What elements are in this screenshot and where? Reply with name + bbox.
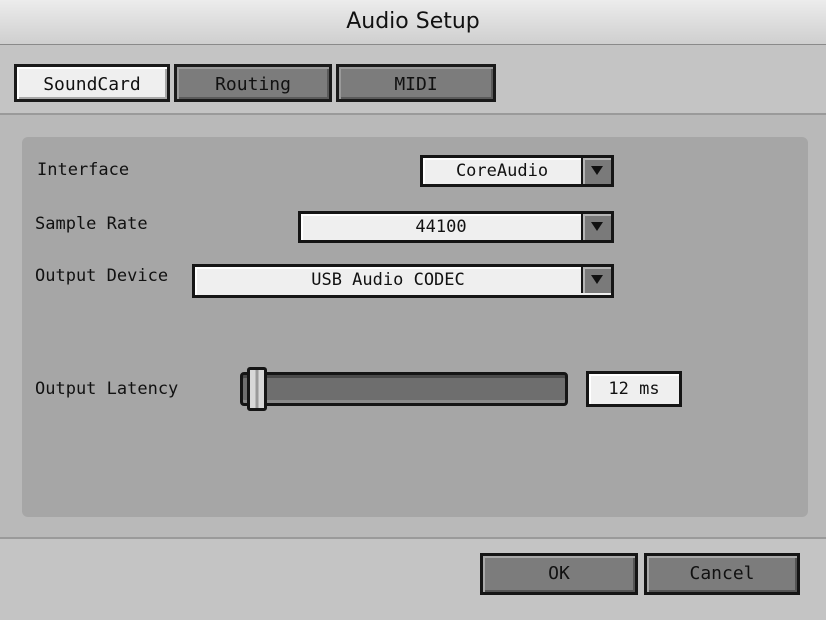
cancel-button[interactable]: Cancel	[644, 553, 800, 595]
interface-label: Interface	[37, 160, 130, 180]
ok-button[interactable]: OK	[480, 553, 638, 595]
output-device-select[interactable]: USB Audio CODEC	[192, 264, 614, 298]
chevron-down-icon[interactable]	[581, 214, 611, 240]
interface-select[interactable]: CoreAudio	[420, 155, 614, 187]
output-device-label: Output Device	[35, 266, 169, 286]
window-title: Audio Setup	[0, 0, 826, 45]
tab-bar: SoundCard Routing MIDI	[0, 45, 826, 115]
soundcard-panel	[22, 137, 808, 517]
chevron-down-icon[interactable]	[581, 267, 611, 293]
output-device-select-value: USB Audio CODEC	[311, 270, 465, 290]
output-latency-value: 12 ms	[586, 371, 682, 407]
output-latency-label: Output Latency	[35, 379, 179, 399]
sample-rate-select[interactable]: 44100	[298, 211, 614, 243]
tab-midi[interactable]: MIDI	[336, 64, 496, 102]
sample-rate-label: Sample Rate	[35, 214, 148, 234]
interface-select-value: CoreAudio	[455, 161, 549, 181]
output-latency-slider[interactable]	[240, 372, 568, 406]
tab-routing[interactable]: Routing	[174, 64, 332, 102]
chevron-down-icon[interactable]	[581, 158, 611, 184]
tab-soundcard[interactable]: SoundCard	[14, 64, 170, 102]
output-latency-slider-handle[interactable]	[247, 367, 267, 411]
sample-rate-select-value: 44100	[415, 217, 467, 237]
